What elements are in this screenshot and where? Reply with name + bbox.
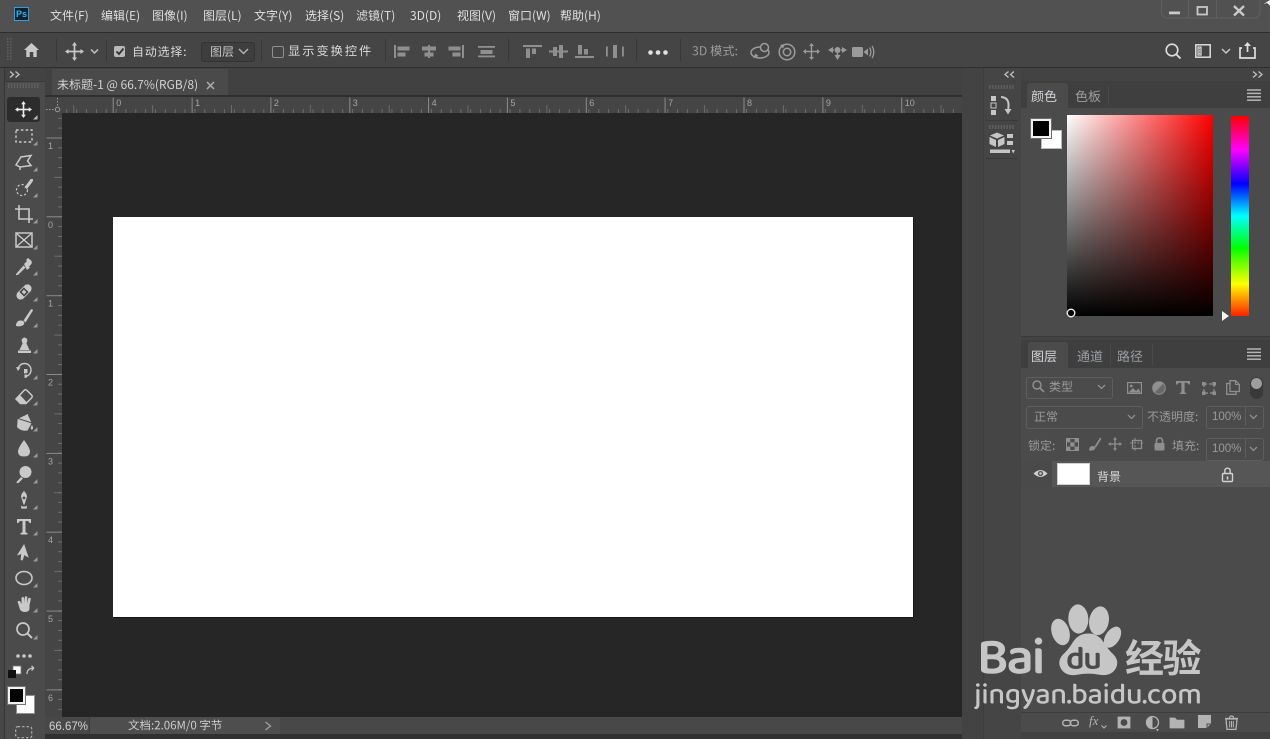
svg-text:1: 1 <box>48 141 53 151</box>
svg-text:1: 1 <box>48 299 53 309</box>
svg-text:6: 6 <box>589 98 594 108</box>
svg-text:10: 10 <box>905 98 915 108</box>
svg-text:3: 3 <box>48 456 53 466</box>
svg-text:2: 2 <box>48 378 53 388</box>
svg-text:7: 7 <box>668 98 673 108</box>
svg-text:4: 4 <box>432 98 437 108</box>
svg-text:0: 0 <box>48 220 53 230</box>
svg-text:0: 0 <box>116 98 121 108</box>
svg-text:1: 1 <box>195 98 200 108</box>
svg-text:5: 5 <box>510 98 515 108</box>
svg-text:9: 9 <box>826 98 831 108</box>
svg-text:5: 5 <box>48 614 53 624</box>
svg-text:8: 8 <box>747 98 752 108</box>
svg-text:2: 2 <box>274 98 279 108</box>
svg-text:3: 3 <box>353 98 358 108</box>
svg-text:6: 6 <box>48 693 53 703</box>
svg-text:4: 4 <box>48 535 53 545</box>
